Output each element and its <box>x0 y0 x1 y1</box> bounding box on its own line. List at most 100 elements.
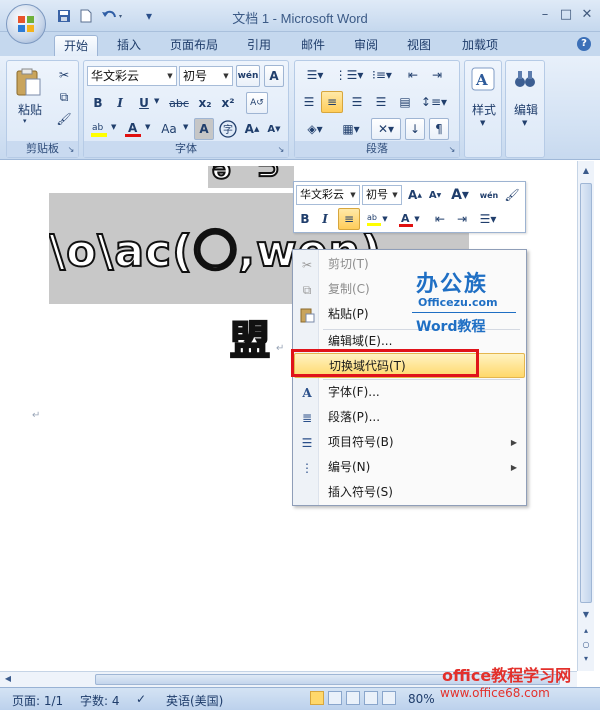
bold-button[interactable]: B <box>88 93 108 113</box>
mini-bullets-icon[interactable]: ☰▾ <box>474 209 502 229</box>
character-shading-button[interactable]: A <box>194 118 214 140</box>
increase-indent-icon[interactable]: ⇥ <box>427 65 447 85</box>
show-hide-icon[interactable]: ¶ <box>429 118 449 140</box>
mini-grow-font-icon[interactable]: A ▲ <box>406 185 424 205</box>
select-browse-object-icon[interactable]: ○ <box>580 639 592 651</box>
close-button[interactable]: ✕ <box>576 6 598 24</box>
mini-align-center-icon[interactable]: ≡ <box>338 208 360 230</box>
paste-dropdown-icon[interactable]: ▾ <box>23 117 27 125</box>
tab-add-ins[interactable]: 加载项 <box>452 35 508 56</box>
mini-italic-button[interactable]: I <box>316 209 334 229</box>
font-name-combo[interactable]: 华文彩云 ▼ <box>87 66 177 86</box>
mini-highlight-icon[interactable]: ab ▼ <box>362 209 392 229</box>
mini-increase-indent-icon[interactable]: ⇥ <box>452 209 472 229</box>
chevron-down-icon[interactable]: ▼ <box>145 123 150 131</box>
print-layout-view-icon[interactable] <box>310 691 324 705</box>
chinese-layout-icon[interactable]: ✕▾ <box>371 118 401 140</box>
mini-format-painter-icon[interactable]: 🖌 <box>502 185 522 205</box>
chevron-down-icon[interactable]: ▼ <box>220 67 232 85</box>
editing-group[interactable]: 编辑 ▼ <box>505 60 545 158</box>
font-color-icon[interactable]: A <box>122 119 144 139</box>
prev-page-icon[interactable]: ▴ <box>580 625 592 637</box>
scroll-down-icon[interactable]: ▼ <box>580 609 592 621</box>
line-spacing-icon[interactable]: ↕≡▾ <box>419 92 449 112</box>
mini-bold-button[interactable]: B <box>296 209 314 229</box>
scroll-left-icon[interactable]: ◀ <box>2 673 14 685</box>
font-size-combo[interactable]: 初号 ▼ <box>179 66 233 86</box>
menu-item-paragraph[interactable]: ≣ 段落(P)... <box>294 405 525 430</box>
distributed-icon[interactable]: ▤ <box>395 92 415 112</box>
zoom-level[interactable]: 80% <box>408 692 435 706</box>
draft-view-icon[interactable] <box>382 691 396 705</box>
underline-button[interactable]: U <box>134 93 154 113</box>
proofing-icon[interactable]: ✓ <box>136 692 146 706</box>
page-count[interactable]: 页面: 1/1 <box>12 692 63 709</box>
styles-group[interactable]: A 样式 ▼ <box>464 60 502 158</box>
superscript-button[interactable]: x² <box>217 93 239 113</box>
enclose-characters-icon[interactable]: 字 <box>218 119 238 139</box>
chevron-down-icon[interactable]: ▼ <box>389 186 401 204</box>
menu-item-insert-symbol[interactable]: 插入符号(S) <box>294 480 525 505</box>
chevron-down-icon[interactable]: ▼ <box>183 123 188 131</box>
tab-page-layout[interactable]: 页面布局 <box>162 35 226 56</box>
borders-icon[interactable]: ▦▾ <box>335 119 367 139</box>
multilevel-list-icon[interactable]: ⁝≡▾ <box>367 65 397 85</box>
mini-font-name-combo[interactable]: 华文彩云 ▼ <box>296 185 360 205</box>
mini-font-size-combo[interactable]: 初号 ▼ <box>362 185 402 205</box>
sort-icon[interactable]: ↓ <box>405 118 425 140</box>
styles-icon[interactable]: A <box>471 67 495 91</box>
tab-review[interactable]: 审阅 <box>345 35 387 56</box>
mini-phonetic-icon[interactable]: wén <box>478 185 500 205</box>
tab-references[interactable]: 引用 <box>238 35 280 56</box>
vertical-scrollbar[interactable]: ▲ ▼ ▴ ○ ▾ <box>577 161 594 671</box>
chevron-down-icon[interactable]: ▼ <box>164 67 176 85</box>
full-screen-reading-icon[interactable] <box>328 691 342 705</box>
binoculars-icon[interactable] <box>513 67 537 91</box>
mini-font-color-icon[interactable]: A ▼ <box>394 209 424 229</box>
numbering-icon[interactable]: ⋮☰▾ <box>333 65 365 85</box>
paste-button[interactable]: 粘贴 <box>13 101 47 118</box>
highlight-color-icon[interactable]: ab <box>88 119 110 139</box>
clipboard-launcher-icon[interactable]: ↘ <box>66 145 76 155</box>
align-right-icon[interactable]: ☰ <box>347 92 367 112</box>
next-page-icon[interactable]: ▾ <box>580 653 592 665</box>
chevron-down-icon[interactable]: ▼ <box>522 119 527 127</box>
copy-icon[interactable]: ⧉ <box>55 87 73 107</box>
italic-button[interactable]: I <box>110 93 130 113</box>
bullets-icon[interactable]: ☰▾ <box>299 65 331 85</box>
justify-icon[interactable]: ☰ <box>371 92 391 112</box>
maximize-button[interactable]: □ <box>555 6 577 24</box>
scroll-up-icon[interactable]: ▲ <box>580 165 592 177</box>
character-border-button[interactable]: A <box>264 65 284 87</box>
tab-mailings[interactable]: 邮件 <box>292 35 334 56</box>
font-launcher-icon[interactable]: ↘ <box>276 145 286 155</box>
tab-home[interactable]: 开始 <box>54 35 98 56</box>
help-icon[interactable]: ? <box>577 37 591 51</box>
format-painter-icon[interactable]: 🖌 <box>55 109 73 129</box>
paragraph-launcher-icon[interactable]: ↘ <box>447 145 457 155</box>
underline-dropdown-icon[interactable]: ▼ <box>154 97 159 105</box>
clear-formatting-icon[interactable]: A↺ <box>246 92 268 114</box>
outline-view-icon[interactable] <box>364 691 378 705</box>
strikethrough-button[interactable]: abc <box>166 93 192 113</box>
mini-styles-icon[interactable]: A▾ <box>446 185 474 205</box>
mini-shrink-font-icon[interactable]: A ▼ <box>426 185 444 205</box>
chevron-down-icon[interactable]: ▼ <box>111 123 116 131</box>
word-count[interactable]: 字数: 4 <box>80 692 120 709</box>
mini-decrease-indent-icon[interactable]: ⇤ <box>430 209 450 229</box>
office-button[interactable] <box>6 4 46 44</box>
align-center-icon[interactable]: ≡ <box>321 91 343 113</box>
menu-item-font[interactable]: A 字体(F)... <box>294 380 525 405</box>
menu-item-numbering[interactable]: ⋮ 编号(N) ▶ <box>294 455 525 480</box>
chevron-down-icon[interactable]: ▼ <box>480 119 485 127</box>
minimize-button[interactable]: – <box>534 6 556 24</box>
phonetic-guide-button[interactable]: wén <box>236 65 260 87</box>
decrease-indent-icon[interactable]: ⇤ <box>403 65 423 85</box>
tab-insert[interactable]: 插入 <box>108 35 150 56</box>
paste-icon[interactable] <box>13 67 43 97</box>
shrink-font-icon[interactable]: A ▼ <box>264 119 284 139</box>
chevron-down-icon[interactable]: ▼ <box>347 186 359 204</box>
cut-icon[interactable]: ✂ <box>55 65 73 85</box>
align-left-icon[interactable]: ☰ <box>299 92 319 112</box>
subscript-button[interactable]: x₂ <box>194 93 216 113</box>
